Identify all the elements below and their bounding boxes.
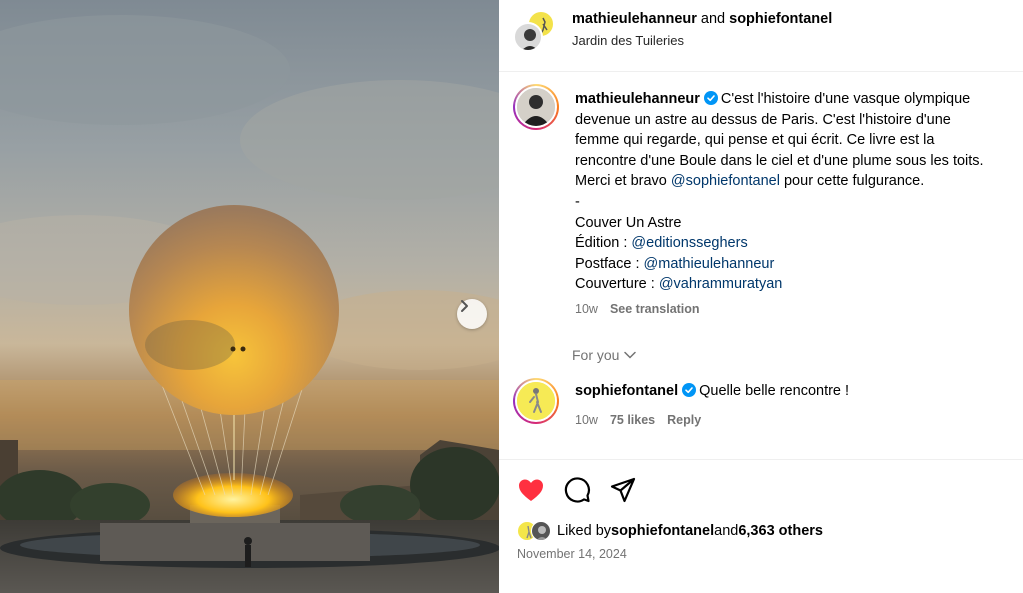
mention-link[interactable]: @sophiefontanel xyxy=(671,173,780,189)
caption-line: devenue un astre au dessus de Paris. C'e… xyxy=(575,111,951,128)
see-translation-button[interactable]: See translation xyxy=(610,302,700,316)
share-icon[interactable] xyxy=(609,476,637,504)
post-caption: mathieulehanneur C'est l'histoire d'une v… xyxy=(575,89,1023,295)
heart-filled-icon[interactable] xyxy=(517,476,545,504)
liked-by-user[interactable]: sophiefontanel xyxy=(611,523,714,539)
comment-likes[interactable]: 75 likes xyxy=(610,413,655,427)
credit-label: Couverture : xyxy=(575,276,659,293)
location-link[interactable]: Jardin des Tuileries xyxy=(572,33,684,48)
caption-dash: - xyxy=(575,193,580,210)
verified-badge-icon xyxy=(682,383,697,397)
reply-button[interactable]: Reply xyxy=(667,413,701,427)
caption-time[interactable]: 10w xyxy=(575,302,598,316)
for-you-label: For you xyxy=(572,347,620,363)
header-user-1[interactable]: mathieulehanneur xyxy=(572,11,697,27)
comment: sophiefontanel Quelle belle rencontre ! xyxy=(575,383,849,399)
likes-summary: Liked by sophiefontanel and 6,363 others xyxy=(517,521,823,541)
liked-by-prefix: Liked by xyxy=(557,523,612,539)
comment-avatar[interactable] xyxy=(513,378,559,424)
caption-line: C'est l'histoire d'une vasque olympique xyxy=(720,91,971,107)
credit-label: Édition : xyxy=(575,235,632,252)
mention-link[interactable]: @vahrammuratyan xyxy=(659,276,783,292)
chevron-down-icon xyxy=(624,351,637,359)
caption-text: pour cette fulgurance. xyxy=(779,173,925,190)
chevron-right-icon xyxy=(461,300,468,312)
comment-text: Quelle belle rencontre ! xyxy=(699,383,850,399)
likes-count[interactable]: 6,363 others xyxy=(738,523,823,539)
collab-avatars[interactable] xyxy=(513,10,557,54)
mention-link[interactable]: @mathieulehanneur xyxy=(644,256,775,272)
caption-avatar[interactable] xyxy=(513,84,559,130)
header-usernames: mathieulehanneur and sophiefontanel xyxy=(572,11,832,27)
caption-line: rencontre d'une Boule dans le ciel et d'… xyxy=(575,152,984,169)
portrait-icon xyxy=(536,526,548,540)
figure-icon xyxy=(517,382,555,420)
post-date[interactable]: November 14, 2024 xyxy=(517,547,627,561)
comment-username[interactable]: sophiefontanel xyxy=(575,383,678,399)
liker-avatar[interactable] xyxy=(531,521,551,541)
portrait-icon xyxy=(517,88,555,126)
header-connector: and xyxy=(696,11,730,27)
actions-bar: Liked by sophiefontanel and 6,363 others… xyxy=(499,459,1023,593)
verified-badge-icon xyxy=(703,91,718,105)
book-title: Couver Un Astre xyxy=(575,214,682,231)
caption-username[interactable]: mathieulehanneur xyxy=(575,91,700,107)
header-user-2[interactable]: sophiefontanel xyxy=(729,11,832,27)
comment-icon[interactable] xyxy=(563,476,591,504)
credit-label: Postface : xyxy=(575,255,644,272)
caption-meta: 10w See translation xyxy=(575,302,700,316)
comment-meta: 10w 75 likes Reply xyxy=(575,413,701,427)
post-details-panel: mathieulehanneur and sophiefontanel Jard… xyxy=(499,0,1023,593)
post-photo[interactable] xyxy=(0,0,499,593)
balloon-photo-illustration xyxy=(0,15,499,593)
caption-line: femme qui regarde, qui pense et qui écri… xyxy=(575,132,935,149)
post-header: mathieulehanneur and sophiefontanel Jard… xyxy=(499,0,1023,72)
avatar-mathieulehanneur[interactable] xyxy=(513,22,543,52)
comment-time[interactable]: 10w xyxy=(575,413,598,427)
caption-text: Merci et bravo xyxy=(575,173,671,190)
mention-link[interactable]: @editionsseghers xyxy=(631,235,747,251)
liked-by-middle: and xyxy=(714,523,739,539)
portrait-icon xyxy=(522,29,538,50)
for-you-dropdown[interactable]: For you xyxy=(572,347,637,363)
next-photo-button[interactable] xyxy=(457,299,487,329)
